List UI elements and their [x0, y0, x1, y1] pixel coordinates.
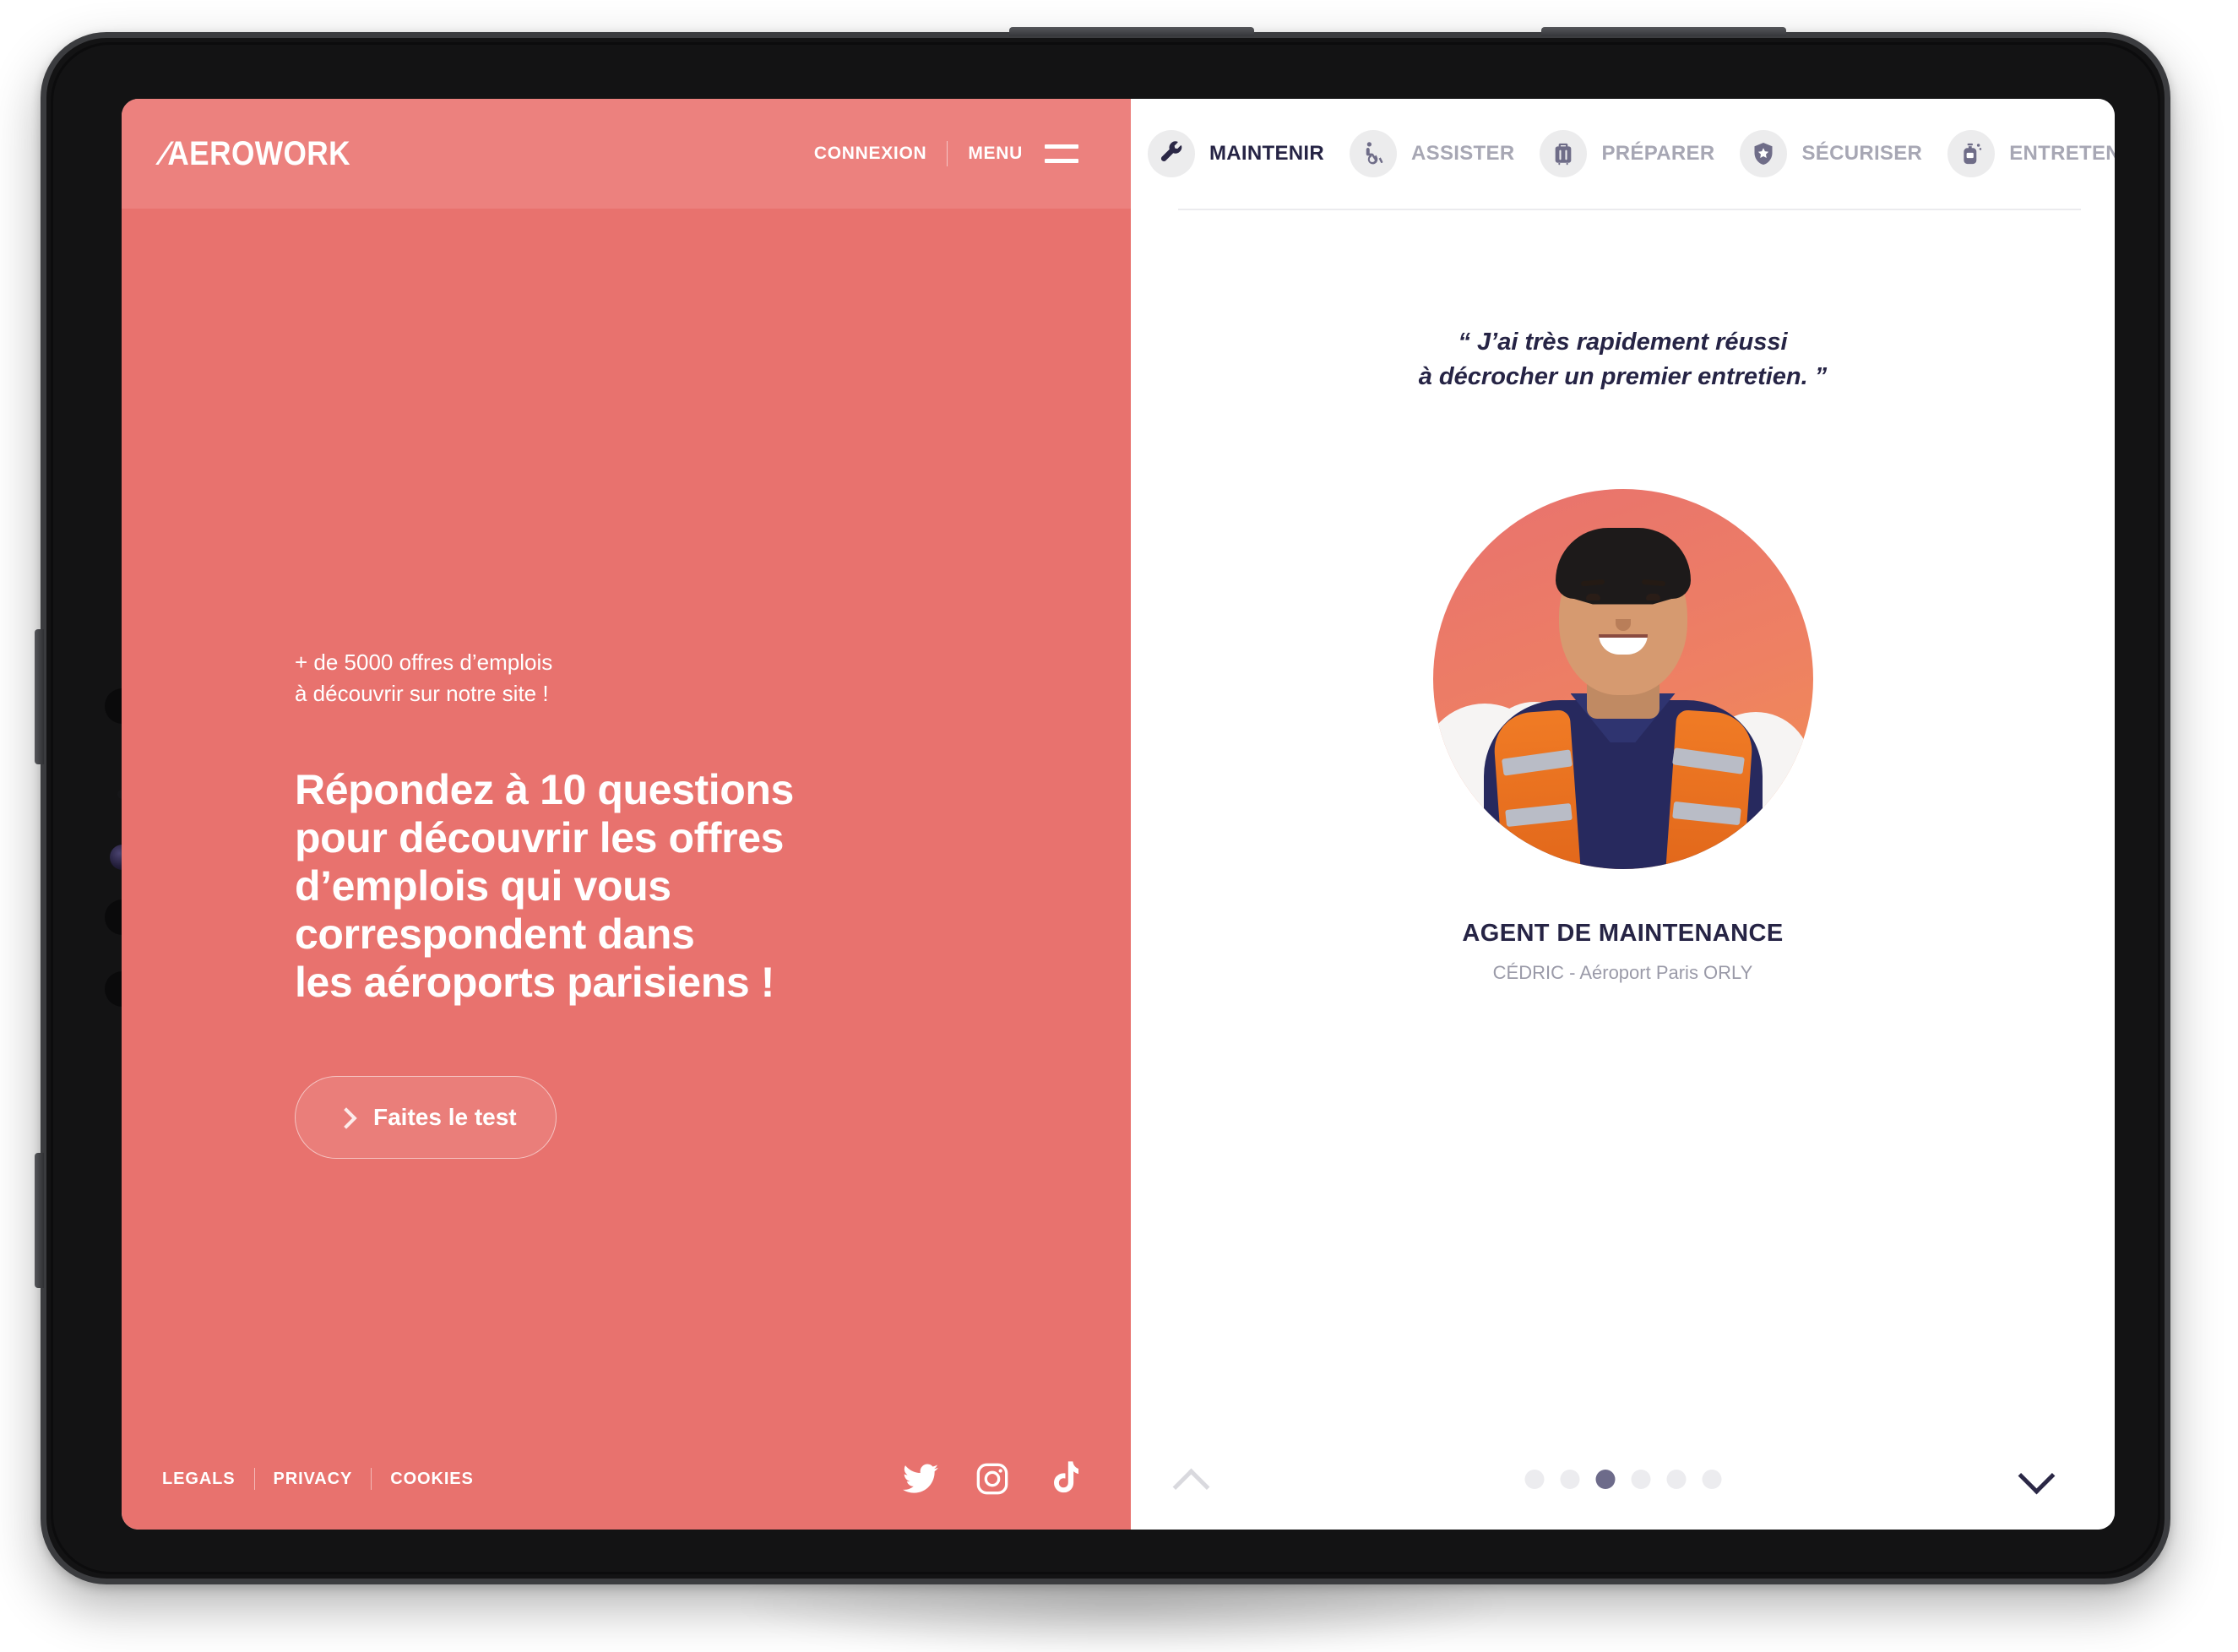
hero-body: + de 5000 offres d’emplois à découvrir s… [122, 209, 1131, 1428]
hamburger-menu-icon[interactable] [1045, 144, 1078, 163]
tablet-screen: ∕ AEROWORK CONNEXION MENU + de 5000 offre… [122, 99, 2115, 1530]
device-top-button-2[interactable] [1541, 27, 1786, 36]
suitcase-icon [1540, 130, 1588, 177]
hi-vis-vest-right [1665, 709, 1754, 869]
faites-le-test-button[interactable]: Faites le test [295, 1076, 557, 1159]
footer-link-cookies[interactable]: COOKIES [390, 1470, 474, 1489]
tab-label: ASSISTER [1411, 142, 1515, 165]
device-top-button-1[interactable] [1009, 27, 1254, 36]
wrench-icon [1148, 130, 1195, 177]
tab-label: MAINTENIR [1209, 142, 1325, 165]
footer-link-privacy[interactable]: PRIVACY [274, 1470, 353, 1489]
carousel-dot-3[interactable] [1595, 1469, 1615, 1489]
tab-securiser[interactable]: SÉCURISER [1740, 130, 1947, 177]
aerowork-logo[interactable]: ∕ AEROWORK [160, 134, 350, 173]
testimonial-quote: “ J’ai très rapidement réussi à décroche… [1418, 329, 1828, 391]
device-volume-up-button[interactable] [35, 629, 44, 764]
carousel-dot-5[interactable] [1666, 1469, 1686, 1489]
carousel-dot-2[interactable] [1560, 1469, 1579, 1489]
testimonial-job-title: AGENT DE MAINTENANCE [1462, 920, 1784, 947]
tab-preparer[interactable]: PRÉPARER [1540, 130, 1740, 177]
chevron-right-icon [338, 1106, 351, 1128]
tab-label: PRÉPARER [1601, 142, 1715, 165]
testimonial-body: “ J’ai très rapidement réussi à décroche… [1131, 210, 2115, 1428]
twitter-icon[interactable] [903, 1464, 938, 1494]
eye-left [1585, 594, 1600, 600]
portrait-agent-de-maintenance [1432, 489, 1813, 869]
hero-footer: LEGALS PRIVACY COOKIES [122, 1428, 1131, 1530]
nav-link-menu[interactable]: MENU [968, 144, 1023, 164]
hi-vis-vest-left [1491, 709, 1580, 869]
footer-divider [253, 1468, 255, 1490]
hair [1555, 528, 1691, 599]
footer-link-legals[interactable]: LEGALS [162, 1470, 236, 1489]
carousel-dot-1[interactable] [1524, 1469, 1544, 1489]
chevron-up-icon[interactable] [1171, 1466, 1210, 1492]
header-nav: CONNEXION MENU [814, 141, 1078, 166]
testimonial-person: CÉDRIC - Aéroport Paris ORLY [1492, 962, 1753, 983]
nav-link-connexion[interactable]: CONNEXION [814, 144, 926, 164]
eye-right [1645, 594, 1660, 600]
tab-entretenir[interactable]: ENTRETENIR [1947, 130, 2115, 177]
carousel-controls [1131, 1428, 2115, 1530]
carousel-dot-6[interactable] [1702, 1469, 1721, 1489]
worker-figure [1483, 528, 1763, 869]
tab-label: SÉCURISER [1801, 142, 1923, 165]
shield-star-icon [1740, 130, 1788, 177]
screenshot-scene: ∕ AEROWORK CONNEXION MENU + de 5000 offre… [0, 0, 2238, 1652]
logo-text: AEROWORK [167, 134, 350, 172]
carousel-dot-4[interactable] [1631, 1469, 1650, 1489]
instagram-icon[interactable] [975, 1462, 1009, 1496]
device-volume-down-button[interactable] [35, 1153, 44, 1288]
tab-maintenir[interactable]: MAINTENIR [1148, 130, 1350, 177]
carousel-dots [1524, 1469, 1721, 1489]
tiktok-icon[interactable] [1046, 1461, 1078, 1497]
nav-divider [947, 141, 948, 166]
left-hero-panel: ∕ AEROWORK CONNEXION MENU + de 5000 offre… [122, 99, 1131, 1530]
category-tabbar: MAINTENIR ASSISTER PRÉPARER SÉCURISER EN… [1131, 99, 2115, 209]
tab-label: ENTRETENIR [2009, 142, 2115, 165]
cta-label: Faites le test [373, 1104, 517, 1130]
sanitizer-icon [1947, 130, 1996, 177]
portrait-background-circle [1432, 489, 1813, 869]
tab-assister[interactable]: ASSISTER [1350, 130, 1540, 177]
chevron-down-icon[interactable] [2017, 1466, 2056, 1492]
tablet-device: ∕ AEROWORK CONNEXION MENU + de 5000 offre… [35, 27, 2170, 1584]
hero-headline: Répondez à 10 questions pour découvrir l… [295, 766, 794, 1006]
hero-kicker: + de 5000 offres d’emplois à découvrir s… [295, 649, 553, 706]
footer-links: LEGALS PRIVACY COOKIES [162, 1468, 474, 1490]
footer-divider [371, 1468, 372, 1490]
social-links [903, 1461, 1078, 1497]
wheelchair-icon [1350, 130, 1398, 177]
right-testimonial-panel: MAINTENIR ASSISTER PRÉPARER SÉCURISER EN… [1131, 99, 2115, 1530]
site-header: ∕ AEROWORK CONNEXION MENU [122, 99, 1131, 209]
